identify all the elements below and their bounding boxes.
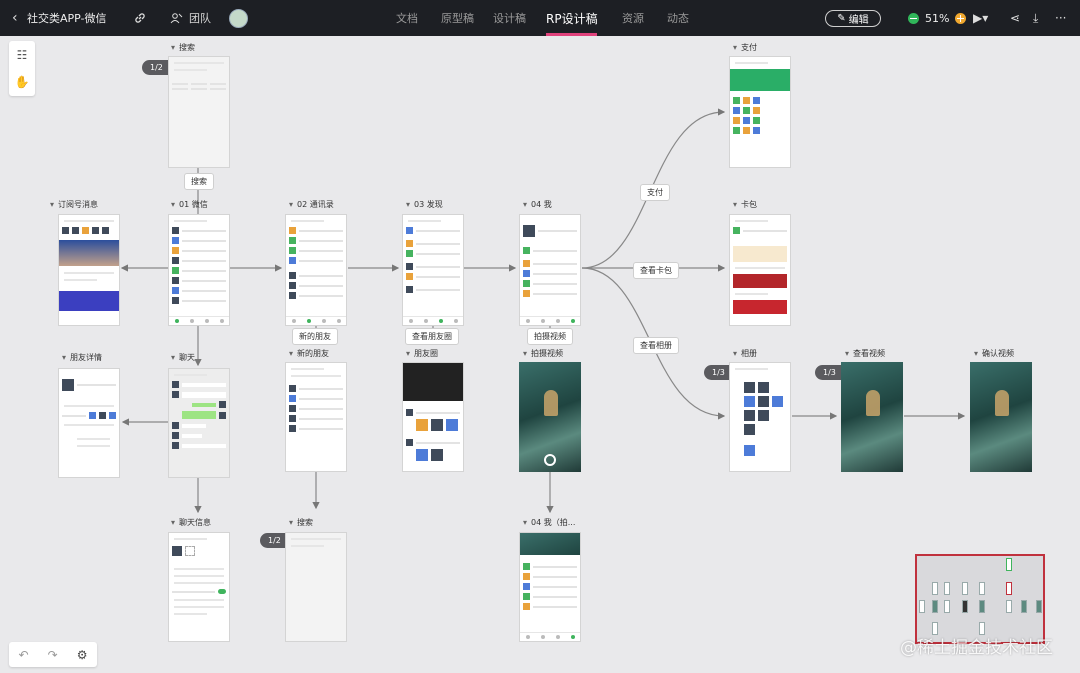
flow-icon[interactable]: ☷ (9, 41, 35, 68)
screen-label-shoot-video: ▾ 拍摄视频 (523, 349, 564, 358)
gear-icon[interactable]: ⚙ (77, 648, 88, 662)
screen-label-friend-detail: ▾ 朋友详情 (62, 353, 103, 362)
screen-chat-info[interactable] (168, 532, 230, 642)
history-panel: ↶ ↷ ⚙ (9, 642, 97, 667)
screen-new-friend[interactable] (285, 362, 347, 472)
action-shoot-video[interactable]: 拍摄视频 (527, 328, 573, 345)
screen-label-chat-info: ▾ 聊天信息 (171, 518, 212, 527)
action-view-moments[interactable]: 查看朋友圈 (405, 328, 459, 345)
screen-search-bottom[interactable] (285, 532, 347, 642)
screen-label-view-video: ▾ 查看视频 (845, 349, 886, 358)
screen-view-video[interactable] (841, 362, 903, 472)
screen-chat[interactable] (168, 368, 230, 478)
action-view-album[interactable]: 查看相册 (633, 337, 679, 354)
screen-label-contacts: ▾ 02 通讯录 (289, 200, 334, 209)
action-pay[interactable]: 支付 (640, 184, 670, 201)
undo-icon[interactable]: ↶ (19, 648, 29, 662)
screen-subscribe[interactable] (58, 214, 120, 326)
screen-label-confirm-video: ▾ 确认视频 (974, 349, 1015, 358)
screen-label-me-shoot: ▾ 04 我（拍... (523, 518, 576, 527)
screen-label-moments: ▾ 朋友圈 (406, 349, 439, 358)
screen-album[interactable] (729, 362, 791, 472)
screen-moments[interactable] (402, 362, 464, 472)
screen-contacts[interactable] (285, 214, 347, 326)
screen-wechat[interactable] (168, 214, 230, 326)
watermark: @稀土掘金技术社区 (900, 638, 1053, 658)
screen-label-album: ▾ 相册 (733, 349, 758, 358)
screen-search-top[interactable] (168, 56, 230, 168)
screen-label-discover: ▾ 03 发现 (406, 200, 443, 209)
screen-label-pay: ▾ 支付 (733, 43, 758, 52)
screen-discover[interactable] (402, 214, 464, 326)
action-new-friend[interactable]: 新的朋友 (292, 328, 338, 345)
tool-panel: ☷ ✋ (9, 41, 35, 96)
screen-label-search-top: ▾ 搜索 (171, 43, 196, 52)
screen-pay[interactable] (729, 56, 791, 168)
screen-me-shoot[interactable] (519, 532, 581, 642)
screen-shoot-video[interactable] (519, 362, 581, 472)
action-view-cardpack[interactable]: 查看卡包 (633, 262, 679, 279)
screen-friend-detail[interactable] (58, 368, 120, 478)
minimap[interactable] (915, 554, 1045, 644)
action-search[interactable]: 搜索 (184, 173, 214, 190)
hand-icon[interactable]: ✋ (9, 68, 35, 95)
screen-label-cardpack: ▾ 卡包 (733, 200, 758, 209)
screen-cardpack[interactable] (729, 214, 791, 326)
screen-label-subscribe: ▾ 订阅号消息 (50, 200, 99, 209)
screen-label-chat: ▾ 聊天 (171, 353, 196, 362)
screen-label-search-bottom: ▾ 搜索 (289, 518, 314, 527)
screen-me[interactable] (519, 214, 581, 326)
screen-label-me: ▾ 04 我 (523, 200, 552, 209)
redo-icon[interactable]: ↷ (48, 648, 58, 662)
screen-confirm-video[interactable] (970, 362, 1032, 472)
screen-label-new-friend: ▾ 新的朋友 (289, 349, 330, 358)
screen-label-wechat: ▾ 01 微信 (171, 200, 208, 209)
